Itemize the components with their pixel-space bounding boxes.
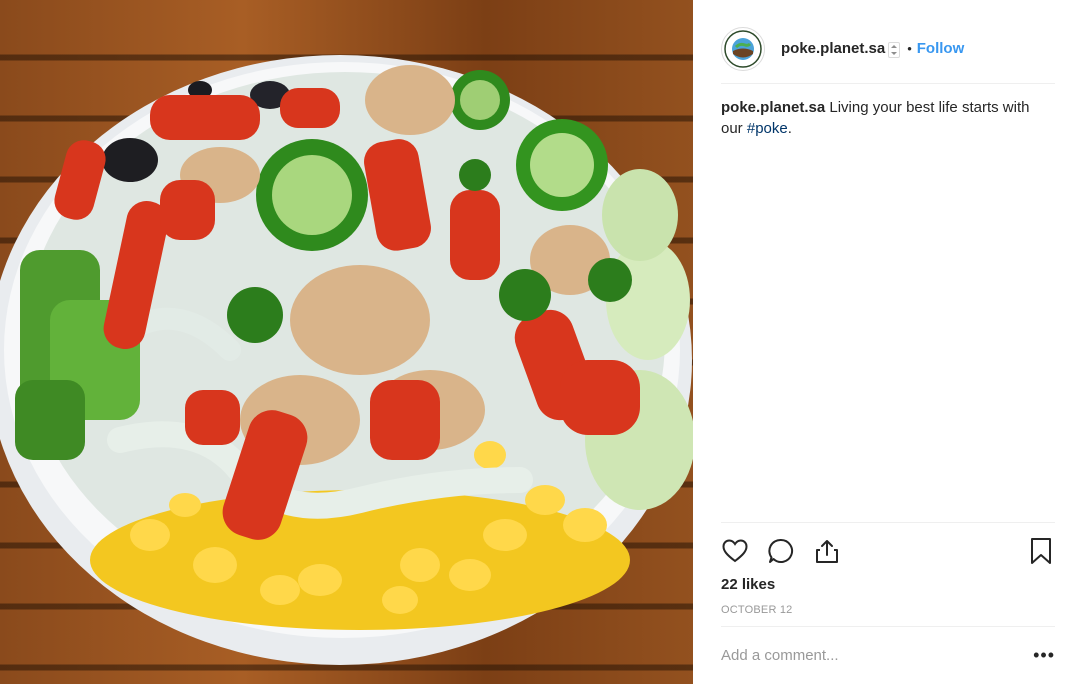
bookmark-icon[interactable] (1027, 537, 1055, 565)
share-icon[interactable] (813, 537, 841, 565)
comment-box: ••• (721, 626, 1055, 684)
post-header: poke.planet.sa • Follow (721, 14, 1055, 84)
comment-icon[interactable] (767, 537, 795, 565)
comment-input[interactable] (721, 647, 1034, 664)
poke-bowl-image (0, 55, 693, 665)
caption-text-after: . (787, 120, 792, 137)
post-date: OCTOBER 12 (721, 604, 793, 616)
post-username[interactable]: poke.planet.sa (781, 40, 885, 57)
likes-count[interactable]: 22 likes (721, 576, 775, 593)
action-bar (721, 522, 1055, 578)
poke-planet-logo-icon (724, 29, 762, 68)
account-switch-icon (888, 41, 901, 58)
separator-dot: • (907, 41, 912, 56)
follow-button[interactable]: Follow (917, 40, 965, 57)
caption-username[interactable]: poke.planet.sa (721, 99, 825, 116)
more-options-icon[interactable]: ••• (1033, 645, 1055, 666)
post-panel: poke.planet.sa • Follow poke.planet.sa L… (693, 0, 1080, 684)
avatar[interactable] (721, 26, 765, 71)
post-caption: poke.planet.sa Living your best life sta… (721, 97, 1055, 139)
caption-hashtag[interactable]: #poke (747, 120, 788, 137)
heart-icon[interactable] (721, 537, 749, 565)
post-photo[interactable] (0, 0, 693, 684)
